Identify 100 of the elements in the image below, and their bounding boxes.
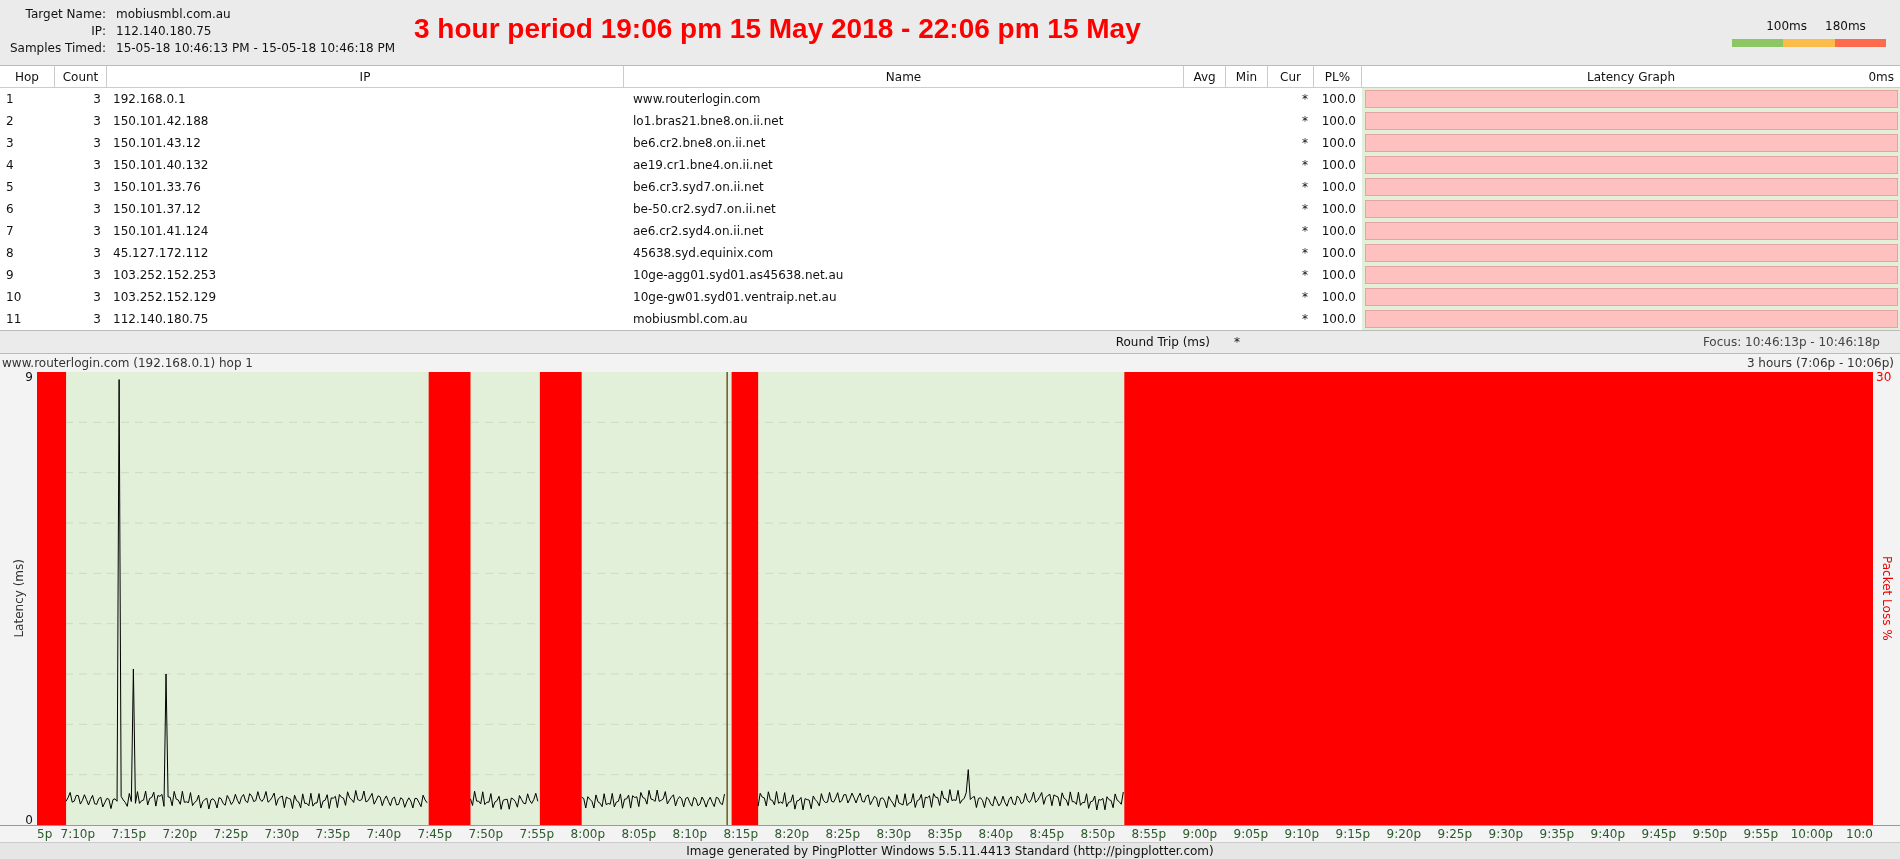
x-tick-label: 9:10p — [1284, 827, 1320, 841]
table-cell-text: 5 — [5, 179, 15, 196]
period-title: 3 hour period 19:06 pm 15 May 2018 - 22:06 pm 15 May — [414, 13, 1141, 45]
x-tick-label: 9:15p — [1335, 827, 1371, 841]
table-cell-text: 3 — [92, 267, 102, 284]
table-cell-text: 4 — [5, 157, 15, 174]
table-cell-text: 3 — [92, 157, 102, 174]
time-range: 3 hours (7:06p - 10:06p) — [1746, 356, 1894, 370]
y-tick-label: 0 — [25, 813, 33, 827]
table-cell-text: 150.101.33.76 — [112, 179, 202, 196]
table-cell-text: 2 — [5, 113, 15, 130]
x-tick-label: 7:55p — [519, 827, 555, 841]
table-cell-text: 3 — [92, 113, 102, 130]
x-tick-label: 7:30p — [264, 827, 300, 841]
x-tick-label: 7:25p — [213, 827, 249, 841]
table-cell-text: be6.cr2.bne8.on.ii.net — [632, 135, 767, 152]
column-title: Latency Graph — [1586, 69, 1676, 84]
table-cell-text: 100.0 — [1320, 245, 1357, 262]
table-cell-text: mobiusmbl.com.au — [632, 311, 749, 328]
x-tick-label: 8:35p — [927, 827, 963, 841]
legend-label: 100ms — [1766, 19, 1807, 33]
x-tick-label: 9:20p — [1386, 827, 1422, 841]
table-cell-text: 9 — [5, 267, 15, 284]
table-cell-text: 100.0 — [1320, 289, 1357, 306]
x-tick-label: 9:55p — [1743, 827, 1779, 841]
x-tick-label: 7:45p — [417, 827, 453, 841]
table-cell-text: 11 — [5, 311, 23, 328]
x-tick-label: 7:20p — [162, 827, 198, 841]
x-tick-label: 8:00p — [570, 827, 606, 841]
table-cell-text: 100.0 — [1320, 157, 1357, 174]
table-cell-text: 150.101.37.12 — [112, 201, 202, 218]
table-cell-text: be6.cr3.syd7.on.ii.net — [632, 179, 765, 196]
table-cell-text: 3 — [92, 245, 102, 262]
table-cell-text: 3 — [92, 179, 102, 196]
field-value: 15-05-18 10:46:13 PM - 15-05-18 10:46:18 PM — [116, 41, 397, 55]
table-cell-text: 100.0 — [1320, 311, 1357, 328]
table-cell-text: 150.101.42.188 — [112, 113, 210, 130]
x-tick-label: 8:40p — [978, 827, 1014, 841]
table-cell-text: * — [1301, 201, 1309, 218]
field-label: Target Name: — [24, 7, 106, 21]
x-tick-label: 10:00p — [1790, 827, 1833, 841]
table-cell-text: * — [1301, 157, 1309, 174]
x-tick-label: 9:45p — [1641, 827, 1677, 841]
table-cell-text: 3 — [92, 201, 102, 218]
table-cell-text: 6 — [5, 201, 15, 218]
round-trip-label: Round Trip (ms) — [1114, 335, 1211, 349]
legend-label: 180ms — [1825, 19, 1866, 33]
table-cell-text: 3 — [92, 311, 102, 328]
table-cell-text: 100.0 — [1320, 91, 1357, 108]
x-tick-label: 9:00p — [1182, 827, 1218, 841]
loss-axis-label: Packet Loss % — [1879, 556, 1894, 641]
table-cell-text: 100.0 — [1320, 135, 1357, 152]
field-label: Samples Timed: — [8, 41, 106, 55]
x-tick-label: 8:20p — [774, 827, 810, 841]
table-cell-text: lo1.bras21.bne8.on.ii.net — [632, 113, 785, 130]
table-cell-text: 10 — [5, 289, 23, 306]
table-cell-text: 150.101.40.132 — [112, 157, 210, 174]
table-cell-text: 3 — [5, 135, 15, 152]
x-tick-label: 7:10p — [60, 827, 96, 841]
x-tick-label: 9:30p — [1488, 827, 1524, 841]
table-cell-text: 3 — [92, 289, 102, 306]
x-tick-label: 8:30p — [876, 827, 912, 841]
footer-note: Image generated by PingPlotter Windows 5.5.11.4413 Standard (http://pingplotter.com) — [0, 842, 1900, 859]
hop-label: www.routerlogin.com (192.168.0.1) hop 1 — [2, 356, 253, 370]
table-cell-text: 100.0 — [1320, 113, 1357, 130]
field-value: 112.140.180.75 — [116, 24, 213, 38]
table-cell-text: * — [1301, 267, 1309, 284]
table-cell-text: 7 — [5, 223, 15, 240]
x-tick-label: 7:35p — [315, 827, 351, 841]
x-tick-label: 7:50p — [468, 827, 504, 841]
x-tick-label: 9:35p — [1539, 827, 1575, 841]
table-cell-text: 45638.syd.equinix.com — [632, 245, 775, 262]
x-tick-label: 8:15p — [723, 827, 759, 841]
x-tick-label: 9:50p — [1692, 827, 1728, 841]
x-tick-label: 5p — [37, 827, 53, 841]
table-cell-text: ae6.cr2.syd4.on.ii.net — [632, 223, 765, 240]
table-cell-text: ae19.cr1.bne4.on.ii.net — [632, 157, 774, 174]
table-cell-text: 100.0 — [1320, 267, 1357, 284]
table-cell-text: 103.252.152.129 — [112, 289, 218, 306]
focus-range: Focus: 10:46:13p - 10:46:18p — [1701, 335, 1881, 349]
x-tick-label: 7:40p — [366, 827, 402, 841]
y-axis-label: Latency (ms) — [11, 559, 26, 638]
table-cell-text: 3 — [92, 91, 102, 108]
table-cell-text: * — [1301, 245, 1309, 262]
table-cell-text: * — [1301, 223, 1309, 240]
table-cell-text: 103.252.152.253 — [112, 267, 218, 284]
table-cell-text: 45.127.172.112 — [112, 245, 210, 262]
table-cell-text: 10ge-agg01.syd01.as45638.net.au — [632, 267, 845, 284]
table-cell-text: 100.0 — [1320, 201, 1357, 218]
table-cell-text: * — [1301, 91, 1309, 108]
table-cell-text: 8 — [5, 245, 15, 262]
table-cell-text: 3 — [92, 135, 102, 152]
table-cell-text: 100.0 — [1320, 223, 1357, 240]
table-cell-text: * — [1301, 135, 1309, 152]
table-cell-text: 1 — [5, 91, 15, 108]
table-cell-text: 10ge-gw01.syd01.ventraip.net.au — [632, 289, 838, 306]
x-tick-label: 10:0 — [1846, 827, 1873, 841]
x-tick-label: 8:50p — [1080, 827, 1116, 841]
table-cell-text: www.routerlogin.com — [632, 91, 762, 108]
table-cell-text: 150.101.41.124 — [112, 223, 210, 240]
